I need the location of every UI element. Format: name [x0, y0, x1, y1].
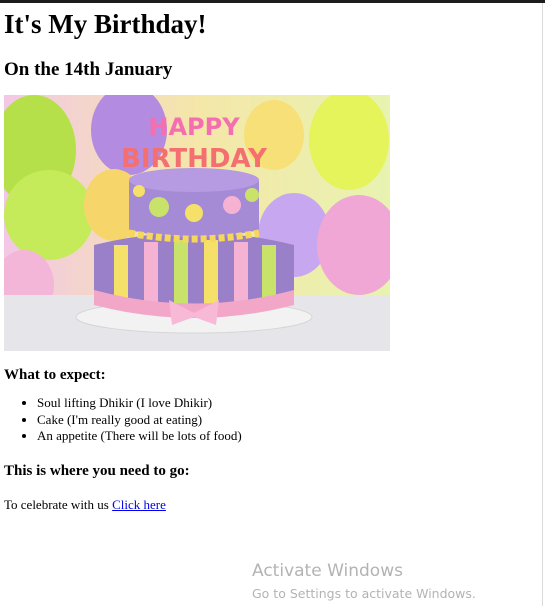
watermark-title: Activate Windows	[252, 561, 403, 581]
click-here-link[interactable]: Click here	[112, 497, 166, 512]
page-title: It's My Birthday!	[4, 9, 207, 39]
celebrate-text: To celebrate with us	[4, 496, 113, 512]
list-item: Soul lifting Dhikir (I love Dhikir)	[37, 395, 534, 412]
location-heading: This is where you need to go:	[4, 462, 190, 479]
celebrate-paragraph: To celebrate with us Click here	[4, 497, 534, 513]
watermark-subtitle: Go to Settings to activate Windows.	[252, 586, 476, 601]
list-item: Cake (I'm really good at eating)	[37, 412, 534, 429]
birthday-cake-image: HAPPY BIRTHDAY	[4, 95, 390, 351]
page-content: It's My Birthday! On the 14th January HA…	[4, 8, 534, 513]
page-subtitle: On the 14th January	[4, 59, 173, 80]
happy-candles-text: HAPPY	[148, 113, 240, 141]
birthday-candles-text: BIRTHDAY	[121, 144, 268, 174]
expect-list: Soul lifting Dhikir (I love Dhikir) Cake…	[4, 395, 534, 445]
window-top-border	[0, 0, 545, 3]
list-item: An appetite (There will be lots of food)	[37, 428, 534, 445]
scroll-edge	[542, 3, 543, 606]
activate-windows-watermark: Activate Windows Go to Settings to activ…	[252, 560, 476, 604]
expect-heading: What to expect:	[4, 367, 106, 383]
